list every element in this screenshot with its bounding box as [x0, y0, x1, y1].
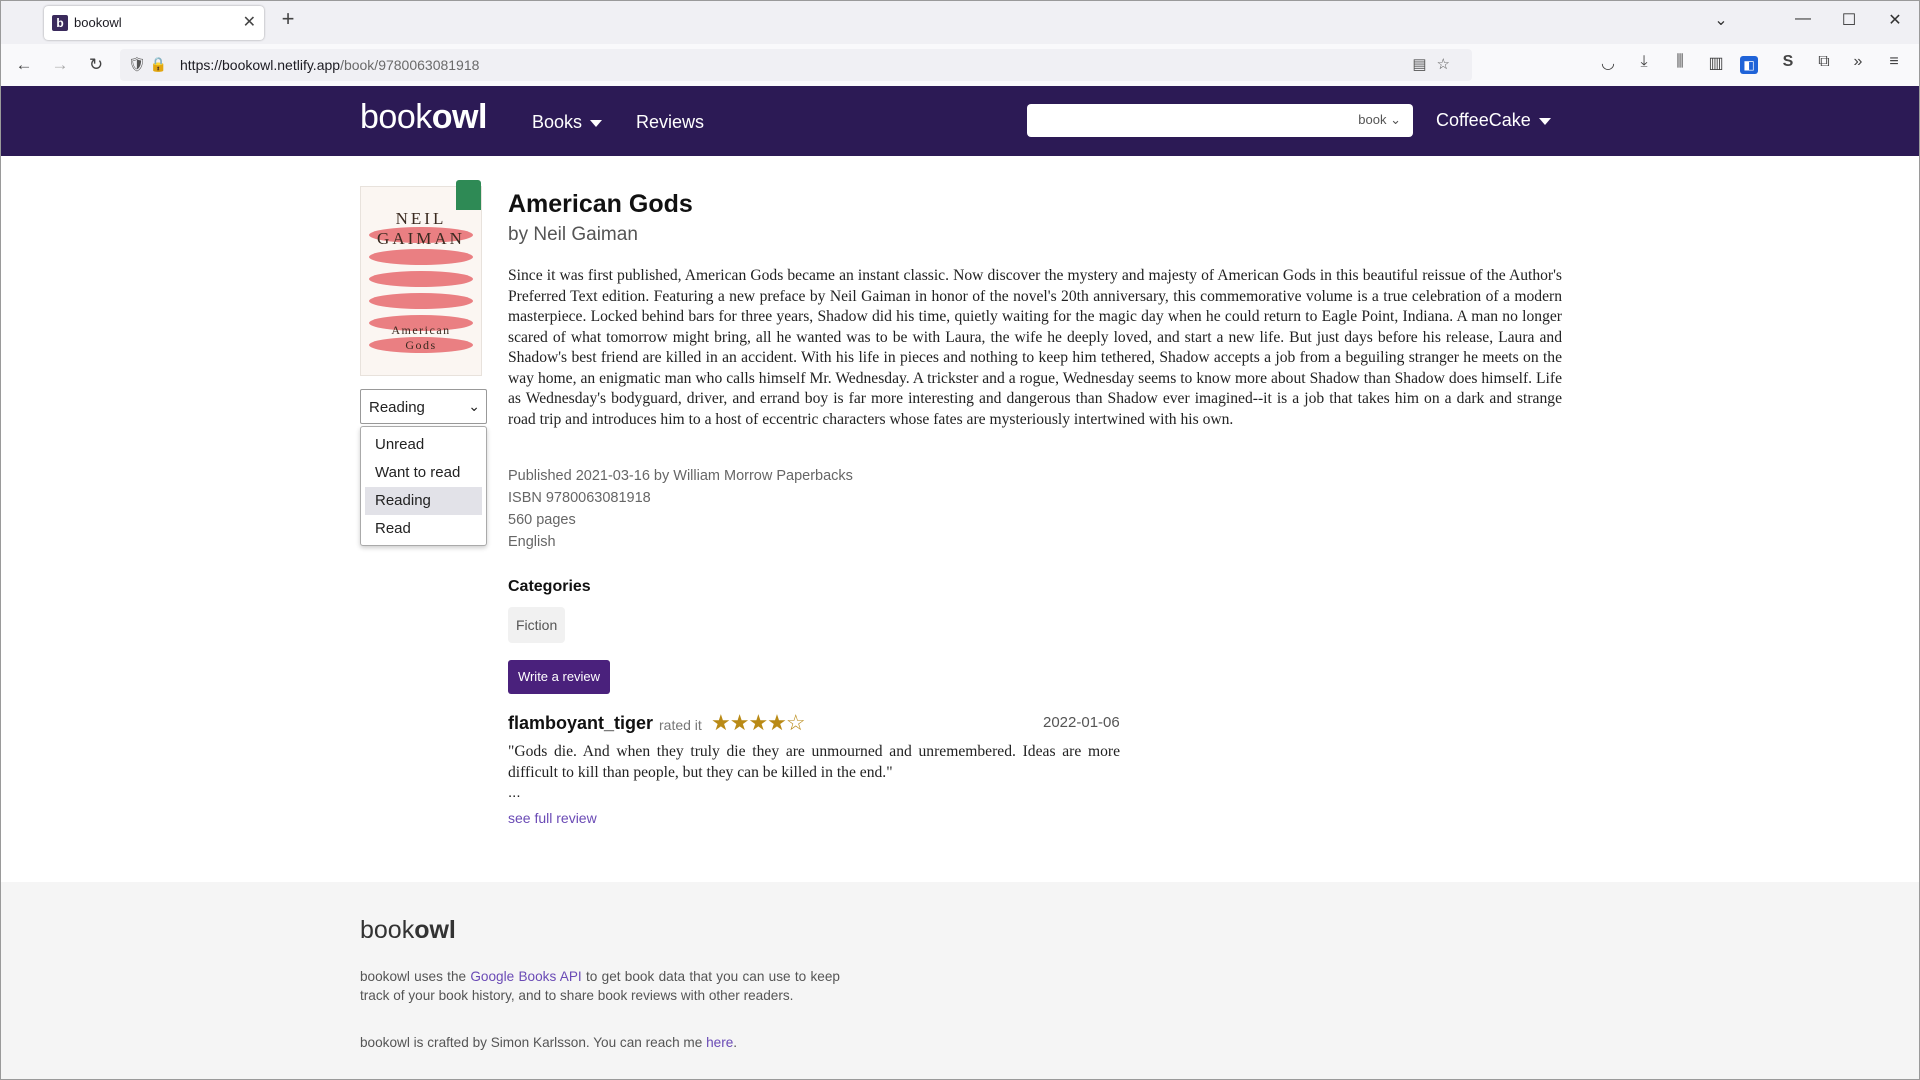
write-review-button[interactable]: Write a review [508, 660, 610, 694]
list-tabs-icon[interactable]: ⌄ [1706, 10, 1736, 30]
bookmark-star-icon[interactable]: ▤☆ [1412, 55, 1460, 73]
url-path: /book/9780063081918 [340, 57, 480, 73]
overflow-icon[interactable]: » [1846, 53, 1870, 71]
status-option-reading[interactable]: Reading [365, 487, 482, 515]
new-tab-button[interactable]: + [276, 8, 300, 32]
search-type-value: book [1358, 112, 1387, 127]
footer-logo-light: book [360, 916, 415, 944]
pocket-icon[interactable]: ◡ [1596, 53, 1620, 73]
search-type-select[interactable]: book ⌄ [1358, 112, 1401, 128]
cover-title-1: American [391, 323, 451, 337]
extension-s-icon[interactable]: S [1776, 53, 1800, 71]
site-logo[interactable]: bookowl [360, 98, 487, 137]
book-cover: NEIL GAIMAN American Gods [360, 186, 482, 376]
back-button[interactable]: ← [12, 54, 36, 76]
forward-button[interactable]: → [48, 54, 72, 76]
books-menu-label: Books [532, 112, 583, 132]
categories-heading: Categories [508, 578, 591, 595]
see-full-review-link[interactable]: see full review [508, 810, 597, 826]
review-date: 2022-01-06 [1043, 714, 1120, 731]
contact-link[interactable]: here [706, 1035, 733, 1050]
site-header: bookowl Books Reviews book ⌄ CoffeeCake [0, 86, 1920, 156]
pages-info: 560 pages [508, 512, 576, 528]
isbn-info: ISBN 9780063081918 [508, 490, 651, 506]
reviewer-name[interactable]: flamboyant_tiger [508, 713, 653, 734]
downloads-icon[interactable]: ⤓ [1632, 53, 1656, 71]
reading-status-value: Reading [369, 399, 425, 416]
footer-about-text-1: bookowl uses the [360, 969, 471, 984]
books-menu[interactable]: Books [532, 112, 603, 133]
logo-bold: owl [431, 98, 488, 136]
browser-chrome: b bookowl ✕ + ⌄ — ☐ ✕ ← → ↻ 🛡 🔒 https://… [0, 0, 1920, 86]
books-caret-icon [590, 119, 603, 127]
review-text: "Gods die. And when they truly die they … [508, 743, 1120, 781]
google-books-api-link[interactable]: Google Books API [470, 969, 581, 984]
search-box[interactable]: book ⌄ [1027, 104, 1413, 137]
address-bar[interactable]: 🛡 🔒 https://bookowl.netlify.app/book/978… [120, 49, 1472, 81]
bitwarden-icon[interactable]: ◧ [1740, 56, 1758, 74]
chevron-down-icon: ⌄ [468, 398, 480, 414]
logo-light: book [360, 98, 432, 136]
user-menu[interactable]: CoffeeCake [1436, 110, 1551, 131]
category-chip[interactable]: Fiction [508, 607, 566, 643]
footer-logo: bookowl [360, 916, 456, 945]
maximize-button[interactable]: ☐ [1834, 10, 1864, 30]
footer-credit-text: bookowl is crafted by Simon Karlsson. Yo… [360, 1035, 707, 1050]
site-footer: bookowl bookowl uses the Google Books AP… [0, 882, 1920, 1080]
tab-title: bookowl [74, 15, 122, 30]
library-icon[interactable]: ⫼ [1668, 53, 1692, 71]
review-ellipsis: ... [508, 784, 521, 801]
status-option-want-to-read[interactable]: Want to read [365, 459, 482, 487]
reading-status-menu: Unread Want to read Reading Read [360, 426, 487, 546]
url-domain: https://bookowl.netlify.app [180, 57, 341, 73]
footer-logo-bold: owl [414, 916, 456, 944]
lock-icon[interactable]: 🛡 🔒 [128, 56, 167, 73]
favicon-icon: b [52, 15, 68, 31]
footer-about: bookowl uses the Google Books API to get… [360, 968, 840, 1005]
book-description: Since it was first published, American G… [508, 267, 1562, 428]
cover-stripe [369, 293, 473, 309]
reading-status-select[interactable]: Reading ⌄ [360, 389, 487, 424]
footer-credit-end: . [733, 1035, 738, 1050]
language-info: English [508, 534, 556, 550]
cover-stripe [369, 271, 473, 287]
published-info: Published 2021-03-16 by William Morrow P… [508, 468, 853, 484]
menu-icon[interactable]: ≡ [1882, 53, 1906, 71]
username-label: CoffeeCake [1436, 110, 1531, 130]
cover-author: NEIL GAIMAN [377, 209, 465, 248]
bookmark-icon [456, 180, 481, 210]
minimize-button[interactable]: — [1788, 10, 1818, 28]
rating-stars-icon: ★★★★☆ [711, 710, 806, 735]
footer-credit: bookowl is crafted by Simon Karlsson. Yo… [360, 1035, 737, 1050]
user-caret-icon [1538, 117, 1551, 125]
url-text[interactable]: https://bookowl.netlify.app/book/9780063… [180, 57, 479, 73]
rated-label: rated it [659, 717, 702, 733]
close-window-button[interactable]: ✕ [1880, 10, 1910, 30]
book-author: by Neil Gaiman [508, 224, 638, 245]
book-title: American Gods [508, 190, 693, 218]
sidebar-icon[interactable]: ▥ [1704, 53, 1728, 73]
browser-tab[interactable]: b bookowl ✕ [44, 6, 264, 40]
reviews-link[interactable]: Reviews [636, 112, 704, 133]
extensions-icon[interactable]: ⧉ [1812, 53, 1836, 71]
status-option-read[interactable]: Read [365, 515, 482, 543]
chevron-down-icon: ⌄ [1390, 112, 1401, 127]
cover-stripe [369, 249, 473, 265]
reload-button[interactable]: ↻ [84, 54, 108, 76]
tab-strip: b bookowl ✕ + ⌄ — ☐ ✕ [0, 0, 1920, 44]
tab-close-icon[interactable]: ✕ [243, 12, 256, 32]
navigation-bar: ← → ↻ 🛡 🔒 https://bookowl.netlify.app/bo… [0, 44, 1920, 86]
cover-title-2: Gods [405, 338, 437, 352]
status-option-unread[interactable]: Unread [365, 431, 482, 459]
